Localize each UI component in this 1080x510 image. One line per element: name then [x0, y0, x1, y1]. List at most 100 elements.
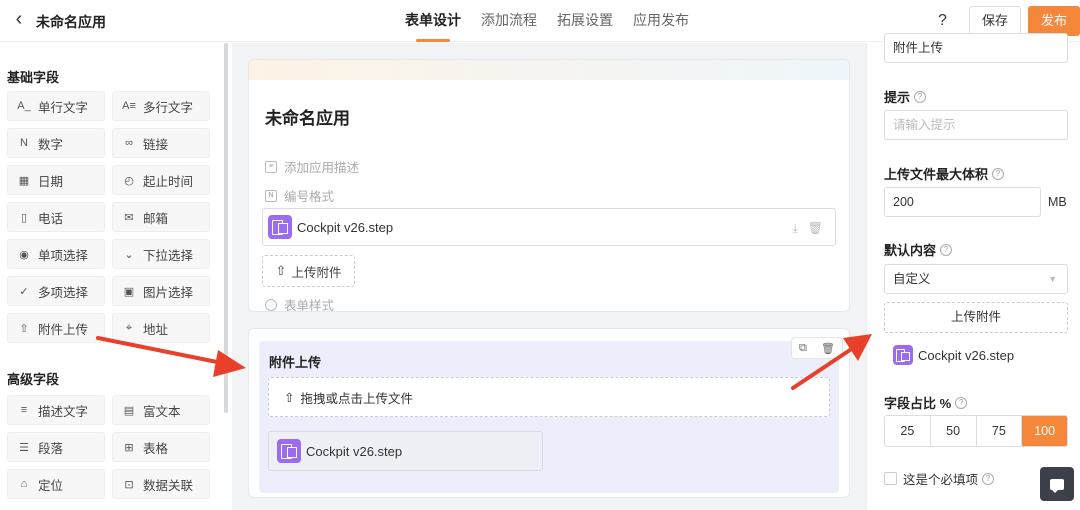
- field-type-icon: ✉: [124, 211, 134, 224]
- default-content-label-text: 默认内容: [884, 243, 937, 258]
- palette-field-label: 多行文字: [143, 100, 194, 115]
- upload-attachment-button[interactable]: ⇧ 上传附件: [262, 255, 355, 287]
- question-icon[interactable]: ?: [914, 90, 927, 103]
- tab-add-flow[interactable]: 添加流程: [472, 0, 546, 42]
- publish-button[interactable]: 发布: [1028, 6, 1080, 36]
- palette-field-basic-1[interactable]: A≡ 多行文字: [112, 91, 210, 121]
- form-header-card: 未命名应用 ≡ 添加应用描述 N 编号格式 Cockpit v26.step ⤓…: [248, 59, 850, 312]
- palette-field-basic-13[interactable]: ⌖ 地址: [112, 313, 210, 343]
- panel-upload-button[interactable]: 上传附件: [884, 302, 1068, 333]
- question-icon[interactable]: ?: [992, 167, 1005, 180]
- palette-field-label: 起止时间: [143, 174, 194, 189]
- field-toolbar: ⧉ 🗑: [791, 337, 843, 359]
- basic-fields-title: 基础字段: [7, 70, 60, 85]
- properties-panel: 附件上传 提示 ? 请输入提示 上传文件最大体积 ? 200 MB 默认内容 ?…: [866, 33, 1080, 510]
- palette-field-label: 单项选择: [38, 248, 89, 263]
- max-size-unit: MB: [1048, 195, 1067, 209]
- form-title[interactable]: 未命名应用: [265, 104, 350, 129]
- field-type-icon: ⌖: [125, 321, 133, 334]
- field-type-icon: ▤: [123, 404, 135, 417]
- max-size-input[interactable]: 200: [884, 187, 1041, 217]
- palette-field-adv-4[interactable]: ⌂ 定位: [7, 469, 105, 499]
- palette-field-basic-2[interactable]: N 数字: [7, 128, 105, 158]
- ratio-option-100[interactable]: 100: [1022, 416, 1067, 446]
- tab-form-design[interactable]: 表单设计: [396, 0, 470, 42]
- palette-field-label: 图片选择: [143, 285, 194, 300]
- field-type-icon: ◉: [19, 248, 29, 261]
- field-type-icon: ⊡: [124, 478, 134, 491]
- palette-field-adv-1[interactable]: ▤ 富文本: [112, 395, 210, 425]
- tab-extension-settings[interactable]: 拓展设置: [548, 0, 622, 42]
- default-content-select[interactable]: 自定义 ▼: [884, 264, 1068, 294]
- palette-field-basic-8[interactable]: ◉ 单项选择: [7, 239, 105, 269]
- chevron-left-icon[interactable]: ‹: [8, 8, 30, 32]
- palette-field-label: 附件上传: [38, 322, 89, 337]
- ratio-option-25[interactable]: 25: [885, 416, 931, 446]
- download-icon[interactable]: ⤓: [792, 221, 797, 236]
- tip-label: 提示 ?: [884, 87, 927, 106]
- form-style-link[interactable]: ◌ 表单样式: [265, 295, 334, 311]
- upload-dropzone[interactable]: ⇧ 拖拽或点击上传文件: [268, 377, 830, 417]
- advanced-fields-title: 高级字段: [7, 372, 60, 387]
- attached-file[interactable]: Cockpit v26.step: [268, 431, 543, 471]
- question-icon[interactable]: ?: [940, 243, 953, 256]
- palette-field-basic-7[interactable]: ✉ 邮箱: [112, 202, 210, 232]
- panel-file[interactable]: Cockpit v26.step: [893, 345, 1014, 365]
- copy-icon[interactable]: ⧉: [799, 342, 807, 355]
- tab-app-publish[interactable]: 应用发布: [624, 0, 698, 42]
- required-checkbox-row[interactable]: 这是个必填项 ?: [884, 469, 995, 488]
- palette-field-adv-2[interactable]: ☰ 段落: [7, 432, 105, 462]
- app-title: 未命名应用: [36, 14, 106, 30]
- palette-field-label: 描述文字: [38, 404, 89, 419]
- palette-field-basic-6[interactable]: ▯ 电话: [7, 202, 105, 232]
- palette-field-basic-11[interactable]: ▣ 图片选择: [112, 276, 210, 306]
- palette-field-label: 段落: [38, 441, 64, 456]
- form-banner: [249, 60, 849, 80]
- palette-scrollbar[interactable]: [224, 43, 228, 413]
- question-icon[interactable]: ?: [982, 472, 995, 485]
- comment-icon: ≡: [265, 160, 277, 173]
- ratio-option-75[interactable]: 75: [976, 416, 1023, 446]
- field-type-icon: N: [20, 137, 28, 149]
- palette-field-basic-12[interactable]: ⇧ 附件上传: [7, 313, 105, 343]
- palette-field-adv-5[interactable]: ⊡ 数据关联: [112, 469, 210, 499]
- palette-field-basic-0[interactable]: A_ 单行文字: [7, 91, 105, 121]
- attachment-field-card[interactable]: ⧉ 🗑 附件上传 ⇧ 拖拽或点击上传文件 Cockpit v26.step: [248, 328, 850, 498]
- field-type-icon: ◴: [124, 174, 134, 187]
- field-type-icon: A_: [17, 100, 31, 112]
- palette-field-basic-4[interactable]: ▦ 日期: [7, 165, 105, 195]
- palette-field-adv-0[interactable]: ≡ 描述文字: [7, 395, 105, 425]
- caret-down-icon: ▼: [1048, 274, 1057, 284]
- palette-field-label: 表格: [143, 441, 169, 456]
- trash-icon[interactable]: 🗑: [808, 221, 823, 236]
- form-canvas: 未命名应用 ≡ 添加应用描述 N 编号格式 Cockpit v26.step ⤓…: [232, 43, 866, 510]
- attachment-field-selected[interactable]: ⧉ 🗑 附件上传 ⇧ 拖拽或点击上传文件 Cockpit v26.step: [259, 337, 843, 493]
- required-checkbox[interactable]: [884, 472, 897, 485]
- palette-field-adv-3[interactable]: ⊞ 表格: [112, 432, 210, 462]
- palette-field-basic-10[interactable]: ✓ 多项选择: [7, 276, 105, 306]
- add-description-link[interactable]: ≡ 添加应用描述: [265, 157, 359, 176]
- tip-input[interactable]: 请输入提示: [884, 110, 1068, 140]
- palette-field-label: 日期: [38, 174, 64, 189]
- palette-field-label: 定位: [38, 478, 64, 493]
- panel-file-name: Cockpit v26.step: [918, 347, 1015, 363]
- palette-field-basic-5[interactable]: ◴ 起止时间: [112, 165, 210, 195]
- save-button[interactable]: 保存: [969, 6, 1021, 36]
- file-name: Cockpit v26.step: [297, 219, 394, 235]
- chat-button[interactable]: [1040, 467, 1074, 501]
- number-format-link[interactable]: N 编号格式: [265, 186, 334, 205]
- max-size-label: 上传文件最大体积 ?: [884, 164, 1005, 183]
- delete-icon[interactable]: 🗑: [821, 342, 835, 355]
- question-icon[interactable]: ?: [955, 396, 968, 409]
- field-type-icon: ⌂: [20, 478, 28, 490]
- field-palette: 基础字段 A_ 单行文字 A≡ 多行文字 N 数字 ∞ 链接 ▦ 日期 ◴ 起止时间 ▯ 电话 ✉ 邮箱 ◉ 单项…: [0, 43, 228, 510]
- field-type-icon: ⌄: [124, 248, 134, 261]
- file-actions: ⤓ 🗑: [792, 221, 823, 236]
- field-name-input[interactable]: 附件上传: [884, 33, 1068, 63]
- ratio-option-50[interactable]: 50: [930, 416, 977, 446]
- palette-field-basic-9[interactable]: ⌄ 下拉选择: [112, 239, 210, 269]
- help-icon[interactable]: ?: [938, 12, 947, 30]
- default-content-label: 默认内容 ?: [884, 240, 953, 259]
- palette-field-basic-3[interactable]: ∞ 链接: [112, 128, 210, 158]
- upload-icon: ⇧: [275, 263, 287, 278]
